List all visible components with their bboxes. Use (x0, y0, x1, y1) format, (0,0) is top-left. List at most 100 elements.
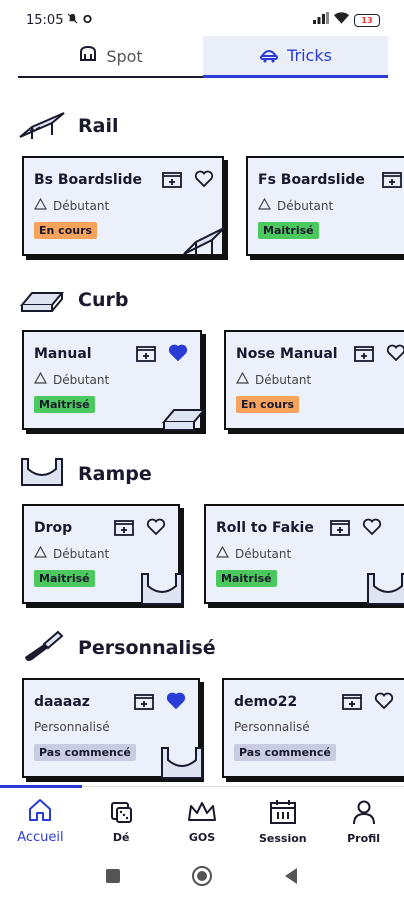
tab-spot-label: Spot (106, 46, 143, 66)
add-session-icon[interactable] (354, 344, 374, 366)
trick-card-fs-boardslide[interactable]: Fs Boardslide Débutant Maitrisé (246, 156, 404, 256)
difficulty-label: Débutant (235, 546, 292, 561)
nav-de-label: Dé (112, 830, 130, 844)
tab-tricks[interactable]: Tricks (203, 36, 388, 78)
status-badge: Pas commencé (34, 744, 136, 761)
add-session-icon[interactable] (162, 170, 182, 192)
warning-icon (215, 545, 230, 561)
heart-outline-icon[interactable] (146, 518, 166, 540)
ramp-icon (18, 455, 66, 493)
difficulty: Débutant (33, 197, 110, 213)
tab-tricks-label: Tricks (287, 46, 332, 65)
skateboard-icon (259, 44, 279, 68)
difficulty-label: Personnalisé (234, 720, 310, 734)
card-actions (136, 344, 188, 366)
difficulty-label: Débutant (53, 546, 110, 561)
trick-card-roll-to-fakie[interactable]: Roll to Fakie Débutant Maitrisé (204, 504, 404, 605)
dice-icon (108, 800, 134, 827)
status-badge: Maitrisé (34, 570, 95, 587)
home-button[interactable] (191, 865, 213, 891)
curb-icon (18, 281, 66, 319)
section-header: Curb (18, 278, 128, 322)
section-title: Curb (78, 289, 129, 311)
card-actions (162, 170, 214, 192)
heart-filled-icon[interactable] (168, 344, 188, 366)
battery-level: 13 (361, 15, 373, 25)
trick-card-bs-boardslide[interactable]: Bs Boardslide Débutant En cours (22, 156, 225, 256)
nav-gos-label: GOS (188, 830, 216, 844)
curb-illustration-icon (161, 400, 207, 438)
difficulty-label: Débutant (53, 198, 110, 213)
trick-name: Bs Boardslide (34, 172, 142, 188)
nav-accueil-label: Accueil (17, 830, 64, 845)
heart-filled-icon[interactable] (166, 692, 186, 714)
card-actions (382, 170, 402, 192)
trick-card-manual[interactable]: Manual Débutant Maitrisé (22, 330, 207, 431)
status-badge: Maitrisé (258, 222, 319, 239)
add-session-icon[interactable] (136, 344, 156, 366)
nav-active-indicator (0, 785, 82, 788)
difficulty: Débutant (215, 545, 292, 561)
spot-tab-icon (78, 44, 98, 68)
nav-accueil[interactable]: Accueil (0, 787, 81, 856)
trick-name: demo22 (234, 694, 298, 710)
trick-name: Roll to Fakie (216, 520, 314, 536)
difficulty: Débutant (235, 371, 311, 387)
crown-icon (187, 800, 217, 827)
signal-icon (313, 12, 329, 28)
status-badge: Pas commencé (234, 744, 336, 761)
difficulty: Personnalisé (34, 720, 110, 734)
status-badge: Maitrisé (34, 396, 95, 413)
heart-outline-icon[interactable] (194, 170, 214, 192)
status-right: 13 (313, 12, 380, 28)
nav-gos[interactable]: GOS (162, 787, 243, 856)
tricks-list[interactable]: Rail Bs Boardslide Débutant En cours Fs … (0, 96, 404, 786)
battery-icon: 13 (354, 13, 380, 27)
ramp-illustration-icon (366, 570, 404, 612)
section-title: Rail (78, 115, 119, 137)
difficulty-label: Débutant (277, 198, 334, 213)
section-title: Rampe (78, 463, 152, 485)
add-session-icon[interactable] (330, 518, 350, 540)
wifi-icon (334, 12, 349, 28)
status-bar: 15:05 13 (0, 0, 404, 40)
rail-illustration-icon (180, 220, 228, 264)
section-title: Personnalisé (78, 637, 216, 659)
add-session-icon[interactable] (342, 692, 362, 714)
difficulty: Débutant (33, 371, 109, 387)
trick-card-demo22[interactable]: demo22 Personnalisé Pas commencé (222, 678, 404, 778)
trick-name: daaaaz (34, 694, 90, 710)
trick-card-daaaaz[interactable]: daaaaz Personnalisé Pas commencé (22, 678, 203, 779)
difficulty: Débutant (257, 197, 334, 213)
card-actions (342, 692, 394, 714)
difficulty: Débutant (33, 545, 110, 561)
nav-session[interactable]: Session (242, 787, 323, 856)
home-icon (27, 798, 53, 826)
heart-outline-icon[interactable] (374, 692, 394, 714)
card-actions (330, 518, 382, 540)
back-button[interactable] (283, 867, 299, 889)
trick-name: Manual (34, 346, 92, 362)
warning-icon (33, 197, 48, 213)
screwdriver-icon (18, 629, 66, 667)
nav-de[interactable]: Dé (81, 787, 162, 856)
add-session-icon[interactable] (382, 170, 402, 192)
nav-profil-label: Profil (347, 831, 381, 845)
add-session-icon[interactable] (134, 692, 154, 714)
status-badge: En cours (34, 222, 98, 239)
nav-session-label: Session (258, 831, 307, 845)
trick-card-drop[interactable]: Drop Débutant Maitrisé (22, 504, 183, 605)
trick-card-nose-manual[interactable]: Nose Manual Débutant En cours (224, 330, 404, 430)
person-icon (351, 799, 377, 828)
heart-outline-icon[interactable] (386, 344, 404, 366)
warning-icon (257, 197, 272, 213)
add-session-icon[interactable] (114, 518, 134, 540)
nav-profil[interactable]: Profil (323, 787, 404, 856)
top-tabs: Spot Tricks (18, 36, 388, 78)
tab-spot[interactable]: Spot (18, 36, 203, 78)
heart-outline-icon[interactable] (362, 518, 382, 540)
section-header: Rampe (18, 452, 152, 496)
recents-button[interactable] (105, 868, 121, 888)
card-actions (354, 344, 404, 366)
rail-icon (18, 107, 66, 145)
